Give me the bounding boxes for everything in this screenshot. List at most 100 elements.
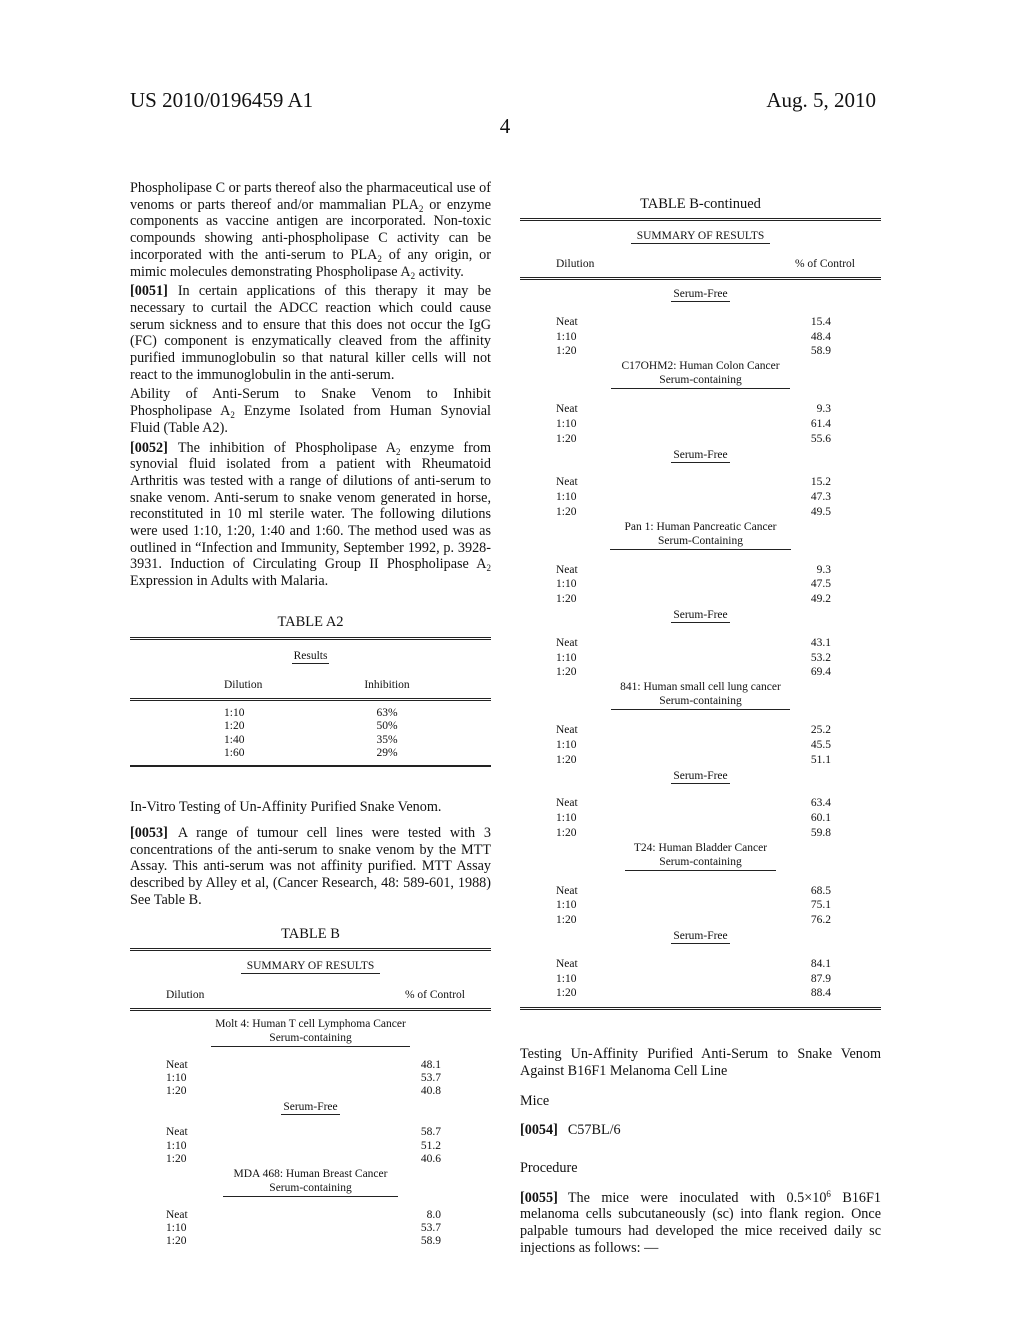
table-row: Neat 84.1 <box>520 957 881 972</box>
paragraph-number: [0054] <box>520 1122 558 1139</box>
condition-label: Serum-Free <box>671 448 730 463</box>
dilution-cell: Neat <box>166 1208 188 1221</box>
table-body: 1:10 63% 1:20 50% 1:40 35% 1:60 29% <box>130 707 491 760</box>
value-cell: 15.2 <box>810 476 831 489</box>
paragraph-0053: [0053] A range of tumour cell lines were … <box>130 825 491 909</box>
table-row: Neat 63.4 <box>520 796 881 811</box>
value-cell: 9.3 <box>816 403 831 416</box>
dilution-cell: Neat <box>556 403 578 416</box>
dilution-cell: 1:10 <box>556 418 577 430</box>
value-cell: 53.2 <box>810 651 831 664</box>
page-number: 4 <box>499 114 511 138</box>
condition-label-row: Serum-Free <box>520 768 881 785</box>
value-cell: 60.1 <box>810 812 831 825</box>
value-cell: 84.1 <box>810 957 831 970</box>
value-cell: 25.2 <box>810 724 831 737</box>
table-row: 1:10 61.4 <box>520 417 881 432</box>
condition-label: Serum-containing <box>611 373 790 390</box>
dilution-cell: 1:20 <box>224 720 245 733</box>
dilution-cell: 1:20 <box>166 1085 187 1098</box>
condition-label-row: Serum-Free <box>520 286 881 303</box>
table-title: TABLE A2 <box>277 613 344 630</box>
table-row: 1:20 59.8 <box>520 826 881 841</box>
dilution-cell: 1:10 <box>556 651 577 664</box>
group-rows: Neat 8.0 1:10 53.7 1:20 58.9 <box>130 1209 491 1249</box>
group-rows: Neat 9.3 1:10 47.5 1:20 49.2 <box>520 563 881 607</box>
table-body: Serum-Free Neat 15.4 1:10 48.4 1:20 58.9 C17OHM… <box>520 286 881 1001</box>
text-run: enzyme from synovial fluid isolated from… <box>130 439 491 573</box>
heading-text: Testing Un-Affinity Purified Anti-Serum … <box>520 1046 881 1079</box>
value-cell: 47.3 <box>810 491 831 504</box>
dilution-cell: Neat <box>556 884 578 897</box>
table-row: 1:10 53.2 <box>520 651 881 666</box>
cell-line-group: Molt 4: Human T cell Lymphoma Cancer Ser… <box>130 1017 491 1047</box>
table-row: 1:20 58.9 <box>520 344 881 359</box>
table-rule <box>130 1007 491 1011</box>
dilution-cell: 1:10 <box>556 330 577 343</box>
dilution-cell: Neat <box>556 797 578 810</box>
table-subtitle: SUMMARY OF RESULTS <box>520 228 881 245</box>
table-row: 1:10 51.2 <box>130 1140 491 1153</box>
condition-label: Serum-Free <box>671 769 730 784</box>
value-cell: 40.8 <box>420 1085 441 1098</box>
table-row: Neat 15.2 <box>520 475 881 490</box>
value-cell: 51.1 <box>810 753 831 766</box>
table-row: 1:10 53.7 <box>130 1072 491 1085</box>
inhibition-cell: 29% <box>376 746 398 759</box>
heading-ability: Ability of Anti-Serum to Snake Venom to … <box>130 386 491 436</box>
table-rule <box>520 217 881 221</box>
cell-line-title: 841: Human small cell lung cancer <box>620 681 781 694</box>
table-row: Neat 9.3 <box>520 563 881 578</box>
text-run: activity. <box>415 263 464 280</box>
dilution-cell: 1:40 <box>224 733 245 746</box>
table-row: 1:10 60.1 <box>520 811 881 826</box>
dilution-cell: 1:10 <box>556 812 577 825</box>
table-rule <box>520 1007 881 1011</box>
paragraph-number: [0052] <box>130 439 168 456</box>
publication-date: Aug. 5, 2010 <box>766 88 876 112</box>
value-cell: 58.9 <box>810 345 831 358</box>
publication-number: US 2010/0196459 A1 <box>130 88 314 112</box>
text-run: Expression in Adults with Malaria. <box>130 573 329 590</box>
condition-label: Serum-containing <box>211 1031 410 1047</box>
heading-procedure: Procedure <box>520 1159 578 1176</box>
table-row: 1:10 45.5 <box>520 738 881 753</box>
value-cell: 76.2 <box>810 914 831 927</box>
table-title: TABLE B-continued <box>640 196 761 212</box>
dilution-cell: Neat <box>556 563 578 576</box>
cell-line-group: 841: Human small cell lung cancer Serum-c… <box>520 680 881 711</box>
table-row: 1:10 75.1 <box>520 898 881 913</box>
value-cell: 49.2 <box>810 593 831 606</box>
dilution-cell: 1:10 <box>224 706 245 719</box>
value-cell: 48.4 <box>810 330 831 343</box>
condition-label-row: Serum-Free <box>520 447 881 464</box>
condition-label: Serum-containing <box>625 855 776 871</box>
left-column: Phospholipase C or parts thereof also th… <box>130 180 491 1249</box>
cell-line-group: MDA 468: Human Breast Cancer Serum-conta… <box>130 1167 491 1197</box>
cell-line-group: Pan 1: Human Pancreatic Cancer Serum-Cont… <box>520 520 881 550</box>
paragraph-number: [0055] <box>520 1189 558 1206</box>
table-row: 1:40 35% <box>130 734 491 747</box>
table-row: Neat 15.4 <box>520 315 881 330</box>
group-rows: Neat 63.4 1:10 60.1 1:20 59.8 <box>520 796 881 840</box>
paragraph-text: In certain applications of this therapy … <box>130 283 491 383</box>
group-rows: Neat 25.2 1:10 45.5 1:20 51.1 <box>520 723 881 767</box>
dilution-cell: Neat <box>556 636 578 649</box>
group-rows: Neat 43.1 1:10 53.2 1:20 69.4 <box>520 636 881 680</box>
paragraph-text: C57BL/6 <box>567 1122 621 1139</box>
subtitle-text: Results <box>291 649 330 664</box>
right-column: TABLE B-continued SUMMARY OF RESULTS Dil… <box>520 196 881 1256</box>
table-row: 1:20 69.4 <box>520 665 881 680</box>
column-header: Inhibition <box>364 679 410 692</box>
subtitle-text: SUMMARY OF RESULTS <box>630 229 771 244</box>
condition-label: Serum-containing <box>611 694 790 711</box>
table-rule <box>130 948 491 952</box>
value-cell: 58.9 <box>420 1235 441 1248</box>
dilution-cell: 1:60 <box>224 746 245 759</box>
cell-line-title: MDA 468: Human Breast Cancer <box>233 1167 388 1180</box>
text-run: The inhibition of Phospholipase A <box>177 439 396 456</box>
table-row: 1:10 47.5 <box>520 577 881 592</box>
table-row: 1:10 87.9 <box>520 972 881 987</box>
paragraph-0051: [0051] In certain applications of this th… <box>130 283 491 383</box>
table-b: TABLE B SUMMARY OF RESULTS Dilution % of… <box>130 926 491 1248</box>
